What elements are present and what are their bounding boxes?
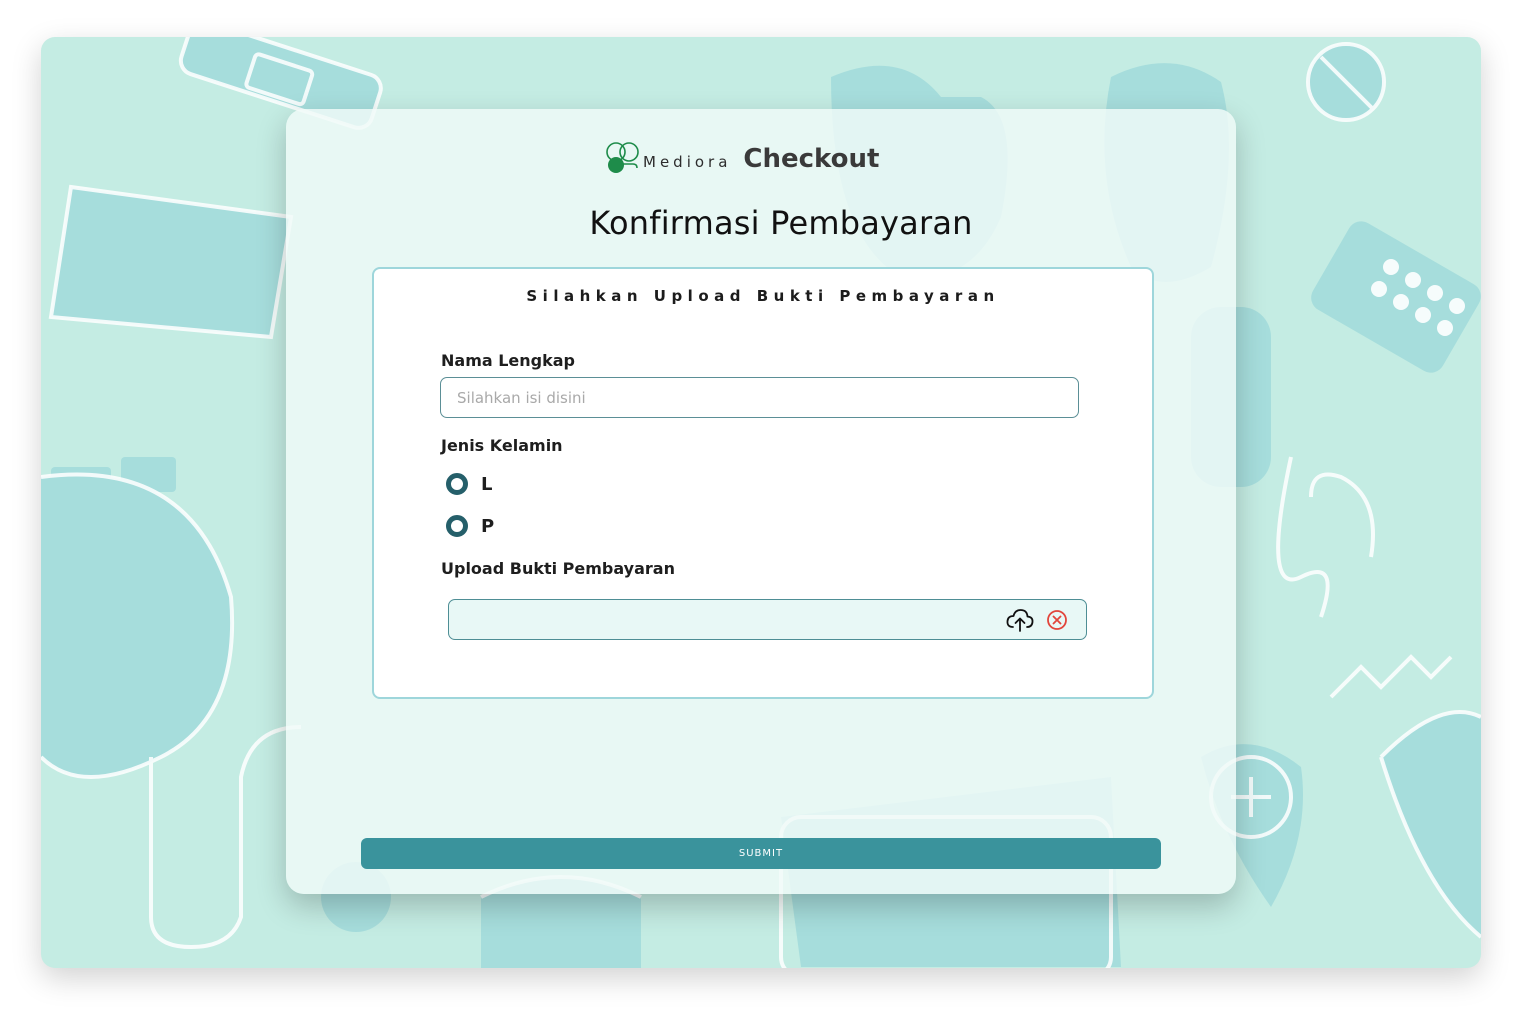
brand-name: Mediora — [643, 153, 732, 171]
radio-p[interactable] — [446, 515, 468, 537]
form-heading: Silahkan Upload Bukti Pembayaran — [526, 287, 1000, 305]
radio-l[interactable] — [446, 473, 468, 495]
gender-label: Jenis Kelamin — [441, 436, 563, 455]
submit-button[interactable]: SUBMIT — [361, 838, 1161, 869]
brand-header: Mediora Checkout — [603, 139, 879, 179]
upload-label: Upload Bukti Pembayaran — [441, 559, 675, 578]
gender-option-l[interactable]: L — [446, 473, 492, 495]
radio-label-l: L — [481, 473, 493, 495]
mediora-logo-icon — [606, 142, 639, 173]
gender-option-p[interactable]: P — [446, 515, 494, 537]
checkout-card: Mediora Checkout Konfirmasi Pembayaran S… — [286, 109, 1236, 894]
upload-form: Silahkan Upload Bukti Pembayaran Nama Le… — [372, 267, 1154, 699]
page-title: Konfirmasi Pembayaran — [589, 204, 973, 242]
app-window: Mediora Checkout Konfirmasi Pembayaran S… — [41, 37, 1481, 968]
brand-checkout-label: Checkout — [743, 144, 880, 174]
radio-label-p: P — [481, 515, 495, 537]
full-name-input[interactable] — [440, 377, 1079, 418]
name-label: Nama Lengkap — [441, 351, 576, 370]
file-upload-field[interactable] — [448, 599, 1087, 640]
cloud-upload-icon[interactable] — [1006, 607, 1034, 633]
close-circle-icon[interactable] — [1046, 609, 1068, 631]
